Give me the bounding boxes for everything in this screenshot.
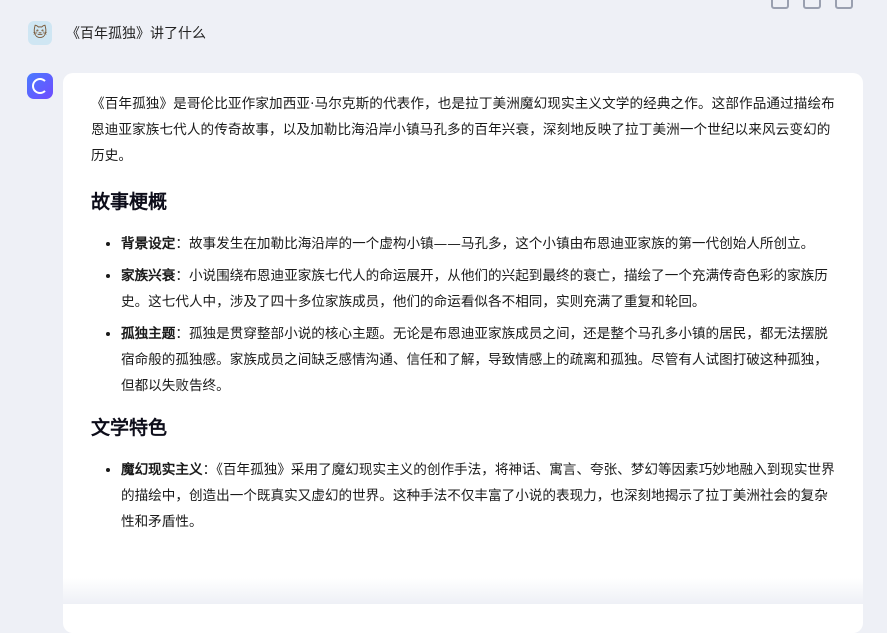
item-term: 孤独主题 <box>121 326 176 342</box>
action-icon-3[interactable] <box>835 0 853 9</box>
user-message-row: 🐱 《百年孤独》讲了什么 <box>28 21 206 45</box>
item-text: ：《百年孤独》采用了魔幻现实主义的创作手法，将神话、寓言、夸张、梦幻等因素巧妙地… <box>121 462 835 530</box>
assistant-logo-icon <box>27 73 53 99</box>
story-list: 背景设定：故事发生在加勒比海沿岸的一个虚构小镇——马孔多，这个小镇由布恩迪亚家族… <box>91 231 835 399</box>
toolbar-icons <box>771 0 853 9</box>
item-term: 背景设定 <box>121 236 176 252</box>
scroll-fade <box>63 578 863 604</box>
assistant-response-card: 《百年孤独》是哥伦比亚作家加西亚·马尔克斯的代表作，也是拉丁美洲魔幻现实主义文学… <box>63 73 863 633</box>
response-intro: 《百年孤独》是哥伦比亚作家加西亚·马尔克斯的代表作，也是拉丁美洲魔幻现实主义文学… <box>91 96 835 164</box>
list-item: 家族兴衰：小说围绕布恩迪亚家族七代人的命运展开，从他们的兴起到最终的衰亡，描绘了… <box>121 263 835 315</box>
item-term: 魔幻现实主义 <box>121 462 203 478</box>
section-heading-literary: 文学特色 <box>91 417 168 439</box>
list-item: 背景设定：故事发生在加勒比海沿岸的一个虚构小镇——马孔多，这个小镇由布恩迪亚家族… <box>121 231 835 257</box>
item-text: ：孤独是贯穿整部小说的核心主题。无论是布恩迪亚家族成员之间，还是整个马孔多小镇的… <box>121 326 828 394</box>
list-item: 孤独主题：孤独是贯穿整部小说的核心主题。无论是布恩迪亚家族成员之间，还是整个马孔… <box>121 321 835 399</box>
item-text: ：小说围绕布恩迪亚家族七代人的命运展开，从他们的兴起到最终的衰亡，描绘了一个充满… <box>121 268 828 310</box>
item-term: 家族兴衰 <box>121 268 176 284</box>
list-item: 魔幻现实主义：《百年孤独》采用了魔幻现实主义的创作手法，将神话、寓言、夸张、梦幻… <box>121 457 835 535</box>
cat-avatar-icon: 🐱 <box>28 21 52 45</box>
action-icon-1[interactable] <box>771 0 789 9</box>
item-text: ：故事发生在加勒比海沿岸的一个虚构小镇——马孔多，这个小镇由布恩迪亚家族的第一代… <box>175 236 815 252</box>
action-icon-2[interactable] <box>803 0 821 9</box>
literary-list: 魔幻现实主义：《百年孤独》采用了魔幻现实主义的创作手法，将神话、寓言、夸张、梦幻… <box>91 457 835 535</box>
user-message: 《百年孤独》讲了什么 <box>66 26 206 42</box>
section-heading-story: 故事梗概 <box>91 191 168 213</box>
